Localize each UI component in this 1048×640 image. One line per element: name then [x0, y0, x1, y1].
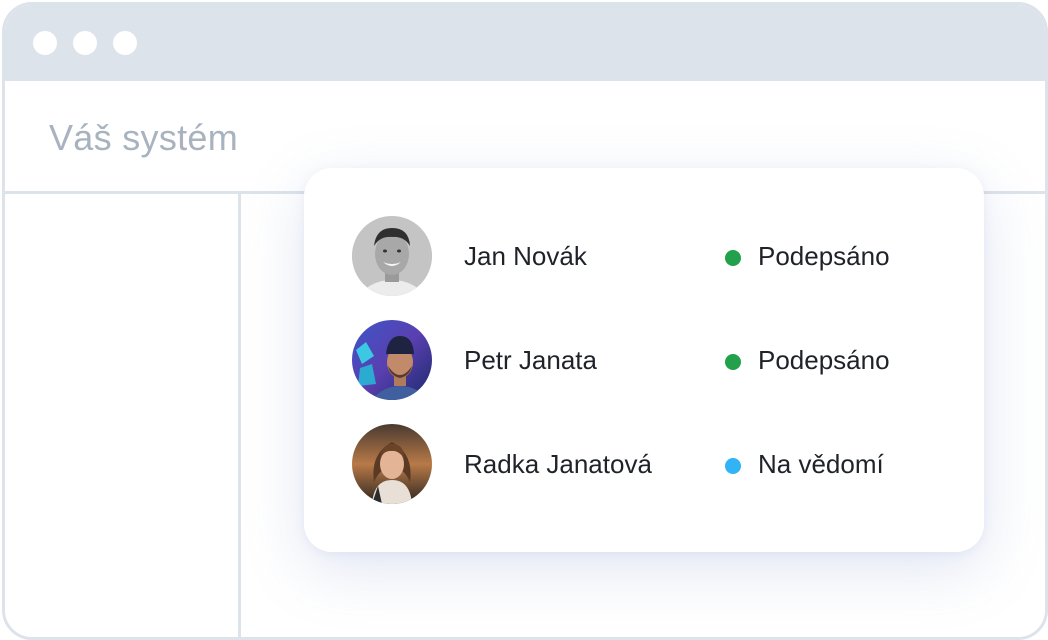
- window-titlebar: [5, 5, 1045, 81]
- sidebar: [5, 194, 241, 637]
- avatar-photo-icon: [352, 320, 432, 400]
- window-control-dot[interactable]: [73, 31, 97, 55]
- signer-row[interactable]: Radka Janatová Na vědomí: [304, 424, 984, 504]
- avatar: [352, 424, 432, 504]
- avatar-photo-icon: [352, 424, 432, 504]
- status-dot: [725, 458, 741, 474]
- signer-row[interactable]: Jan Novák Podepsáno: [304, 216, 984, 296]
- status-label: Na vědomí: [758, 449, 884, 479]
- status-label: Podepsáno: [758, 241, 890, 271]
- signer-row[interactable]: Petr Janata Podepsáno: [304, 320, 984, 400]
- app-title: Váš systém: [49, 117, 239, 158]
- signer-name: Radka Janatová: [464, 449, 652, 479]
- window-control-dot[interactable]: [113, 31, 137, 55]
- avatar-photo-icon: [352, 216, 432, 296]
- signers-card: Jan Novák Podepsáno Petr Janata Podepsán…: [304, 168, 984, 552]
- window-control-dot[interactable]: [33, 31, 57, 55]
- status-dot: [725, 354, 741, 370]
- status-label: Podepsáno: [758, 345, 890, 375]
- status-dot: [725, 250, 741, 266]
- avatar: [352, 216, 432, 296]
- signer-name: Petr Janata: [464, 345, 597, 375]
- avatar: [352, 320, 432, 400]
- signer-name: Jan Novák: [464, 241, 587, 271]
